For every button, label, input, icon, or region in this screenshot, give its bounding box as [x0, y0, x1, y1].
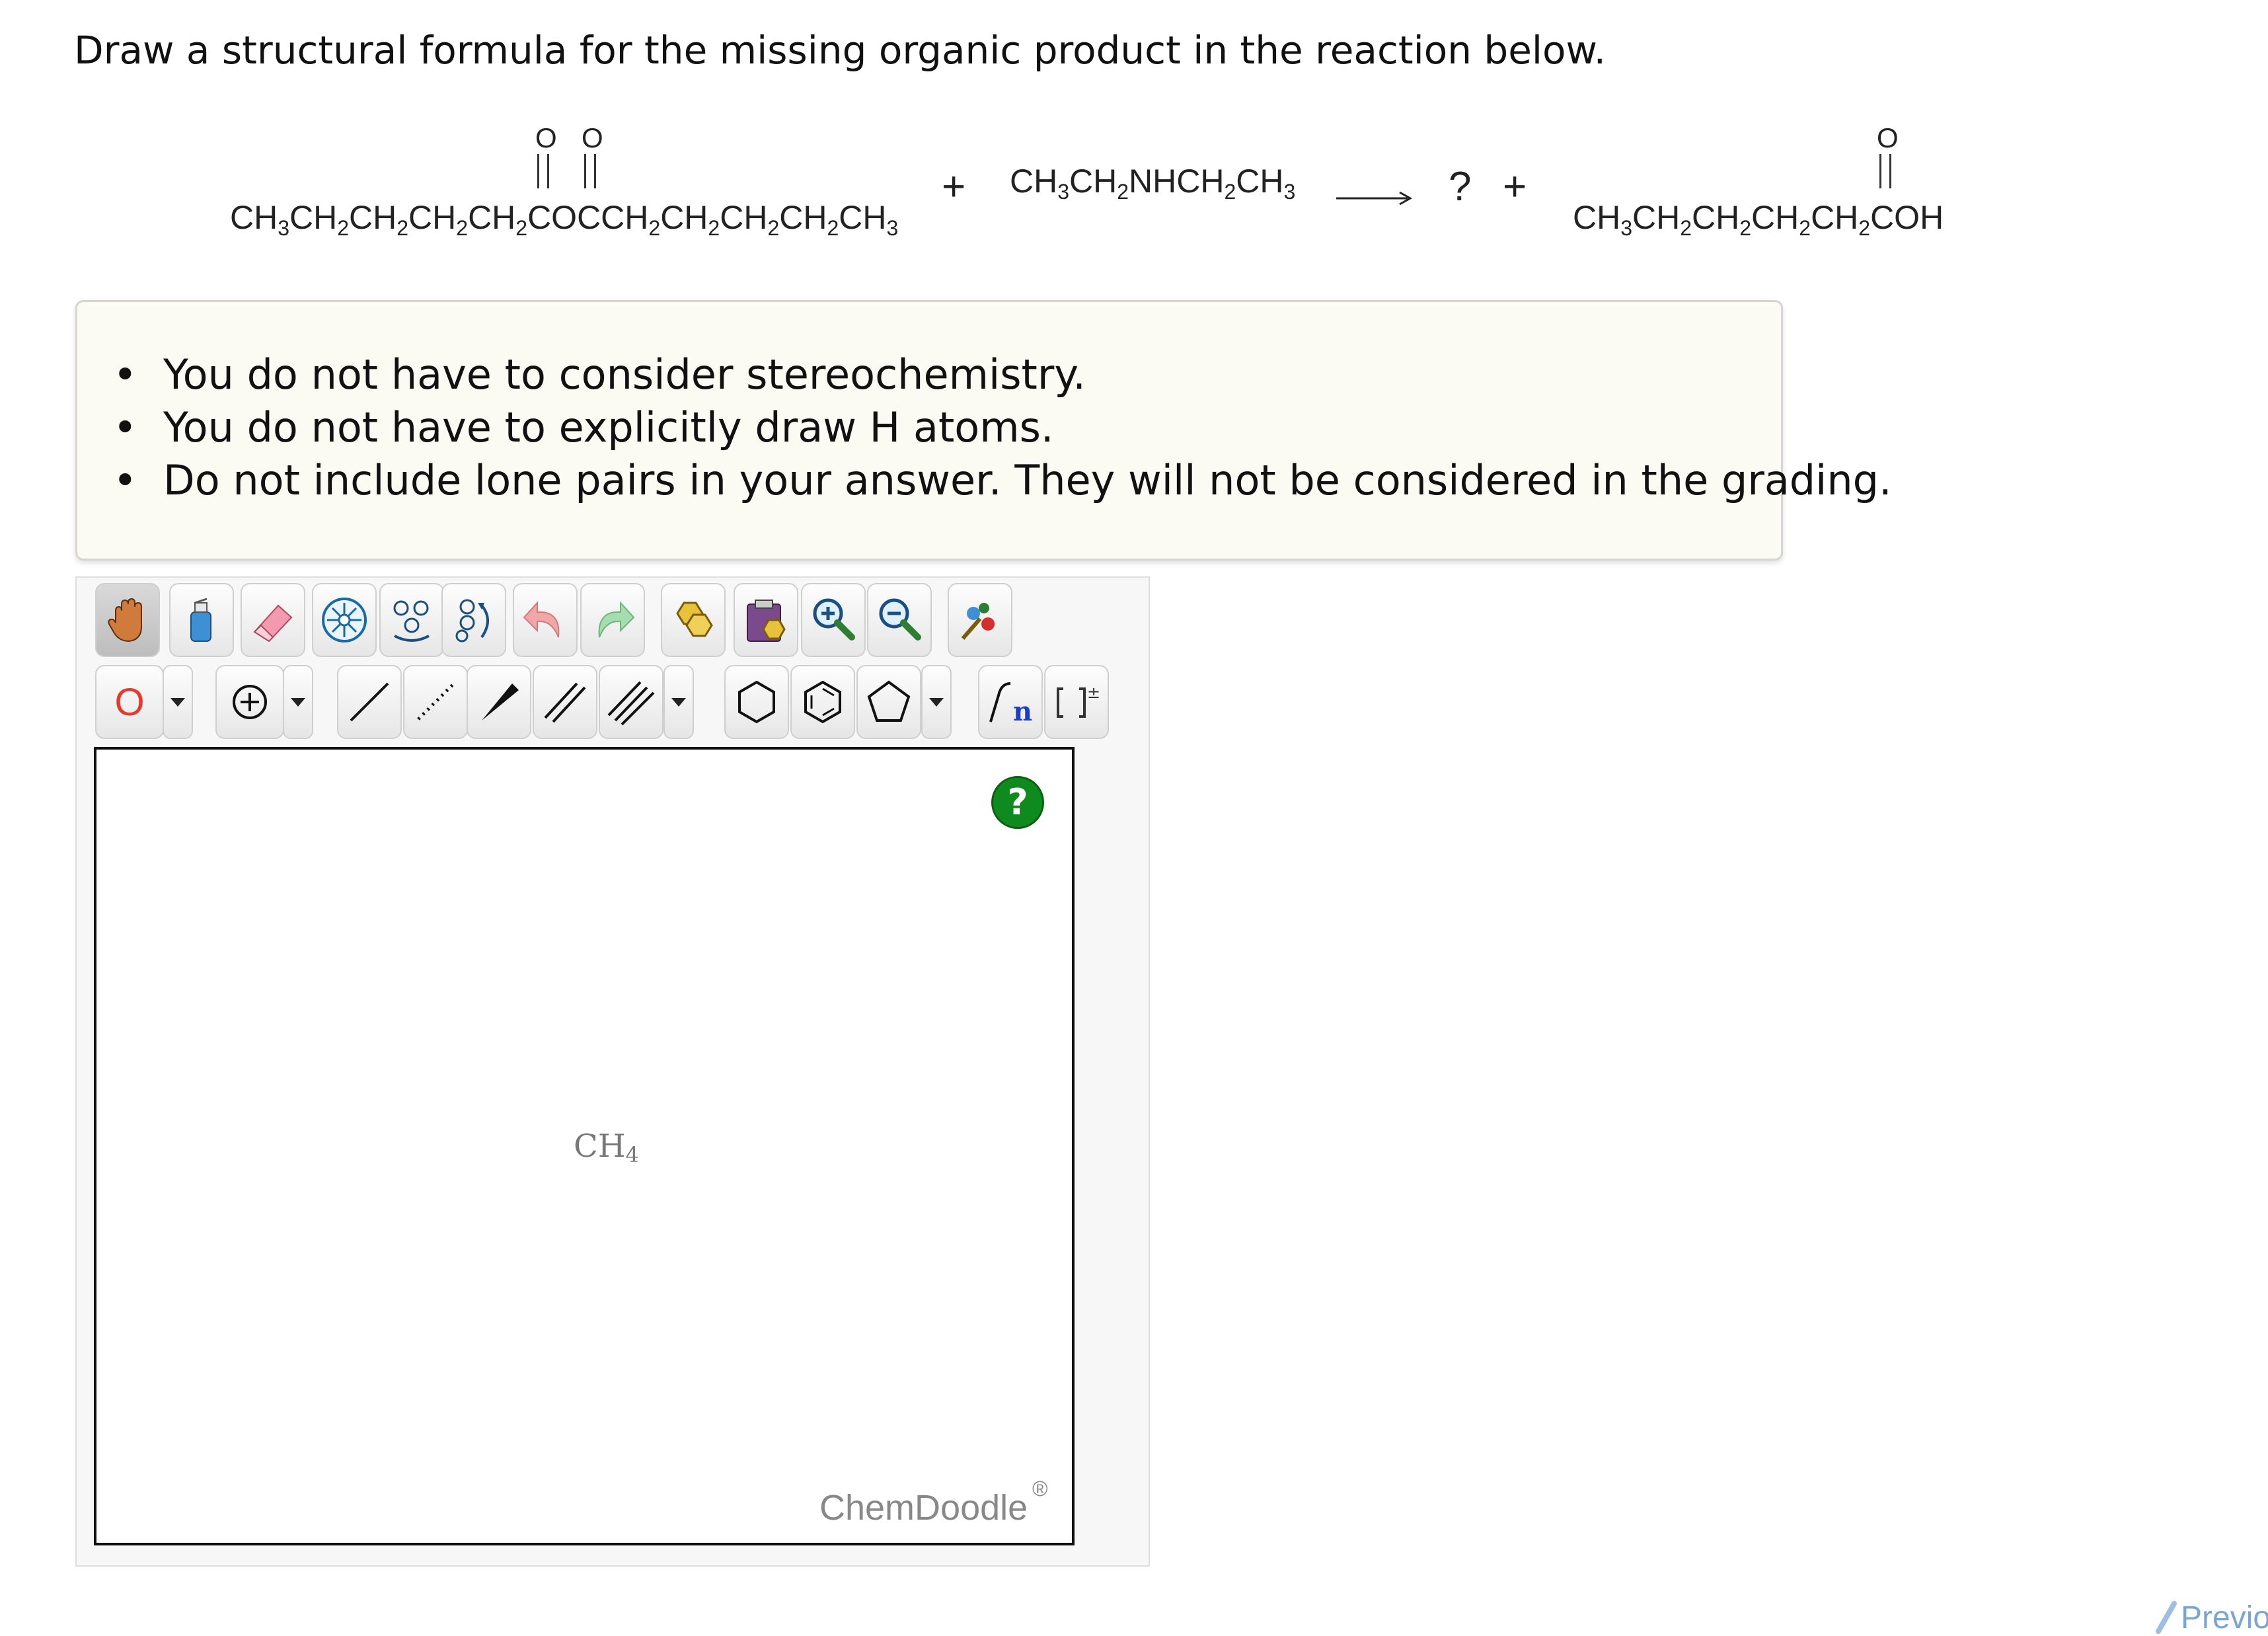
double-bond-icon	[544, 682, 586, 723]
drawing-canvas[interactable]: ? CH4 ChemDoodle ®	[94, 747, 1075, 1545]
paste-button[interactable]	[734, 583, 798, 657]
copy-icon	[676, 602, 713, 637]
chevron-down-icon	[291, 697, 305, 707]
zoom-out-icon	[879, 598, 921, 641]
chemdoodle-editor: O n ± ? CH4 ChemDoodle ®	[75, 576, 1150, 1567]
charge-dropdown[interactable]	[283, 665, 313, 739]
flip-button[interactable]	[379, 583, 444, 657]
chevron-down-icon	[671, 697, 686, 707]
carbonyl-oxygen-2: O	[582, 122, 603, 153]
ring-dropdown[interactable]	[921, 665, 952, 739]
benzene-ring-button[interactable]	[790, 665, 855, 739]
element-label: O	[114, 680, 145, 724]
chain-icon: n	[989, 682, 1032, 727]
hint-item: You do not have to explicitly draw H ato…	[113, 401, 1892, 454]
pentagon-ring-button[interactable]	[856, 665, 921, 739]
zoom-in-button[interactable]	[801, 583, 866, 657]
paste-icon	[747, 600, 786, 642]
double-bond-2	[584, 154, 596, 188]
plus-sign-1: +	[942, 164, 966, 210]
undo-icon	[523, 601, 560, 638]
unknown-product: ?	[1449, 164, 1472, 210]
acid-carbonyl-oxygen: O	[1877, 122, 1899, 153]
wedge-bond-button[interactable]	[467, 665, 531, 739]
clean-icon	[961, 603, 995, 640]
redo-icon	[598, 601, 635, 638]
carbonyl-oxygen-1: O	[535, 122, 557, 153]
zoom-out-button[interactable]	[867, 583, 932, 657]
bond-dropdown[interactable]	[663, 665, 694, 739]
dashed-bond-button[interactable]	[403, 665, 468, 739]
double-bond-1	[537, 154, 549, 188]
element-button[interactable]: O	[95, 665, 164, 739]
bracket-icon: ±	[1057, 683, 1100, 718]
charge-icon	[233, 685, 267, 719]
acid-formula: CH3CH2CH2CH2CH2COH	[1573, 199, 1944, 240]
zoom-in-icon	[813, 598, 855, 641]
acid-double-bond	[1879, 154, 1891, 188]
single-bond-button[interactable]	[337, 665, 402, 739]
wedge-bond-icon	[482, 683, 519, 721]
center-button[interactable]	[312, 583, 377, 657]
hand-tool-icon	[108, 598, 142, 643]
svg-text:n: n	[1013, 696, 1032, 727]
hexagon-ring-button[interactable]	[724, 665, 789, 739]
clean-button[interactable]	[948, 583, 1012, 657]
chemdoodle-logo: ChemDoodle	[819, 1488, 1028, 1528]
copy-button[interactable]	[661, 583, 726, 657]
dashed-bond-icon	[417, 683, 454, 721]
hand-tool-button[interactable]	[95, 583, 160, 657]
eraser-icon	[253, 604, 293, 643]
redo-button[interactable]	[580, 583, 645, 657]
hints-box: You do not have to consider stereochemis…	[75, 300, 1892, 561]
triple-bond-icon	[607, 681, 655, 726]
help-button[interactable]: ?	[991, 776, 1044, 829]
registered-mark: ®	[1032, 1477, 1048, 1500]
previous-chevron-icon	[2156, 1601, 2177, 1634]
previous-link[interactable]: Previo	[2181, 1600, 2268, 1636]
plus-sign-2: +	[1503, 164, 1527, 210]
svg-text:±: ±	[1087, 683, 1100, 702]
hint-item: Do not include lone pairs in your answer…	[113, 454, 1892, 507]
chevron-down-icon	[929, 697, 944, 707]
center-icon	[322, 598, 367, 643]
clear-button[interactable]	[169, 583, 234, 657]
bracket-button[interactable]: ±	[1044, 665, 1109, 739]
reaction-arrow-icon	[1336, 191, 1413, 206]
single-bond-icon	[350, 682, 389, 722]
clear-bottle-icon	[190, 598, 211, 642]
reactant-diethylamine: CH3CH2NHCH2CH3	[1010, 163, 1296, 204]
pentagon-ring-icon	[867, 680, 911, 722]
eraser-button[interactable]	[241, 583, 305, 657]
double-bond-button[interactable]	[533, 665, 597, 739]
anhydride-formula: CH3CH2CH2CH2CH2COCCH2CH2CH2CH2CH3	[230, 199, 899, 240]
question-text: Draw a structural formula for the missin…	[74, 28, 1606, 73]
rotate-button[interactable]	[441, 583, 506, 657]
rotate-icon	[455, 599, 489, 643]
charge-button[interactable]	[215, 665, 284, 739]
canvas-molecule[interactable]: CH4	[574, 1128, 639, 1167]
flip-icon	[393, 600, 430, 642]
chain-button[interactable]: n	[978, 665, 1043, 739]
undo-button[interactable]	[513, 583, 578, 657]
hexagon-ring-icon	[738, 680, 775, 724]
element-dropdown[interactable]	[163, 665, 193, 739]
chevron-down-icon	[170, 697, 185, 707]
triple-bond-button[interactable]	[599, 665, 663, 739]
hint-item: You do not have to consider stereochemis…	[113, 348, 1892, 401]
benzene-ring-icon	[804, 680, 841, 724]
reaction-equation: O O CH3CH2CH2CH2CH2COCCH2CH2CH2CH2CH3 + …	[218, 116, 2002, 261]
